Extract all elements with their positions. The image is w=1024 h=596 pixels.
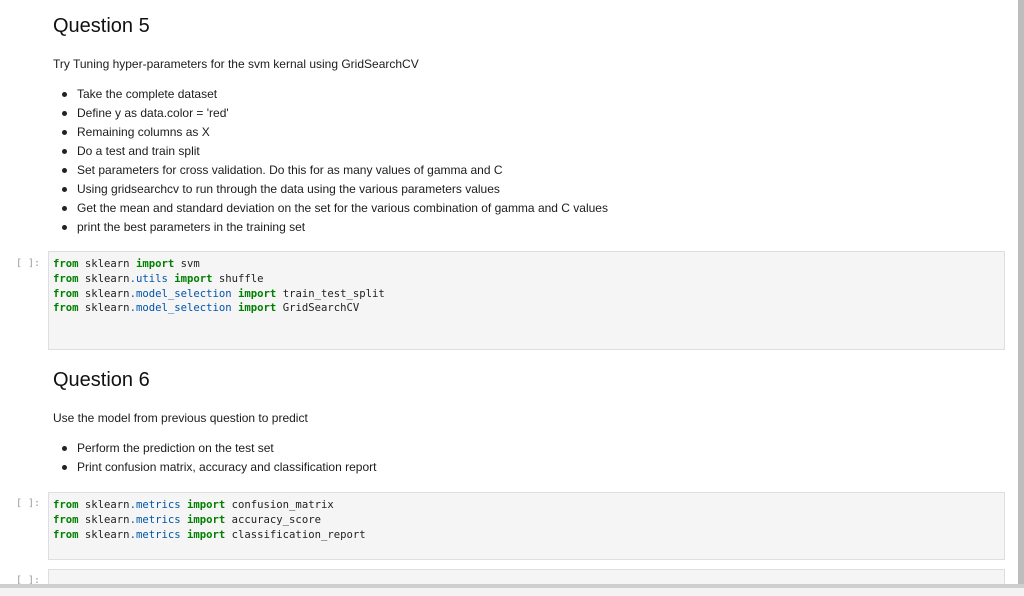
cell-prompt: [ ]:: [16, 258, 41, 269]
list-item: Set parameters for cross validation. Do …: [53, 161, 608, 180]
question-5-heading: Question 5: [53, 15, 150, 37]
code-cell-metrics[interactable]: from sklearn.metrics import confusion_ma…: [48, 492, 1005, 560]
code-cell-imports[interactable]: from sklearn import svm from sklearn.uti…: [48, 251, 1005, 350]
cell-prompt: [ ]:: [16, 575, 41, 584]
notebook-area: Question 5 Try Tuning hyper-parameters f…: [0, 0, 1018, 584]
code-line: from sklearn.utils import shuffle: [53, 272, 264, 285]
code-line: from sklearn.model_selection import Grid…: [53, 302, 360, 315]
code-line: from sklearn.model_selection import trai…: [53, 287, 385, 300]
code-line: from sklearn.metrics import accuracy_sco…: [53, 513, 321, 526]
list-item: Define y as data.color = 'red': [53, 104, 608, 123]
list-item: Using gridsearchcv to run through the da…: [53, 180, 608, 199]
list-item: Take the complete dataset: [53, 85, 608, 104]
question-5-intro: Try Tuning hyper-parameters for the svm …: [53, 57, 419, 71]
status-bar: [0, 584, 1024, 596]
code-line: from sklearn.metrics import classificati…: [53, 528, 366, 541]
list-item: Print confusion matrix, accuracy and cla…: [53, 458, 376, 477]
code-cell-empty[interactable]: [48, 569, 1005, 584]
vertical-scrollbar[interactable]: [1018, 0, 1024, 584]
code-line: from sklearn.metrics import confusion_ma…: [53, 499, 334, 511]
code-line: from sklearn import svm: [53, 258, 200, 270]
list-item: Remaining columns as X: [53, 123, 608, 142]
list-item: Do a test and train split: [53, 142, 608, 161]
question-6-bullet-list: Perform the prediction on the test set P…: [53, 439, 376, 477]
list-item: Get the mean and standard deviation on t…: [53, 199, 608, 218]
cell-prompt: [ ]:: [16, 498, 41, 509]
list-item: Perform the prediction on the test set: [53, 439, 376, 458]
list-item: print the best parameters in the trainin…: [53, 218, 608, 237]
question-6-intro: Use the model from previous question to …: [53, 411, 308, 425]
question-5-bullet-list: Take the complete dataset Define y as da…: [53, 85, 608, 237]
question-6-heading: Question 6: [53, 369, 150, 391]
